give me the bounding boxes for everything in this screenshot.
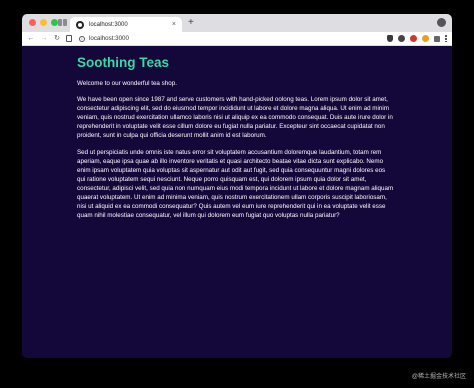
back-button[interactable]: ←	[27, 35, 35, 42]
page-title: Soothing Teas	[77, 55, 170, 70]
extension-icon[interactable]	[398, 35, 405, 42]
menu-icon[interactable]	[445, 35, 447, 42]
new-tab-button[interactable]: +	[188, 17, 194, 29]
maximize-window-button[interactable]	[51, 19, 58, 26]
tab-group-icon[interactable]	[58, 19, 67, 26]
intro-paragraph: Welcome to our wonderful tea shop.	[77, 80, 177, 87]
url-text[interactable]: localhost:3000	[89, 35, 129, 42]
page-content: Soothing Teas Welcome to our wonderful t…	[22, 46, 452, 220]
extension-red-icon[interactable]	[410, 35, 417, 42]
shield-icon[interactable]	[387, 35, 393, 42]
bookmark-icon[interactable]	[66, 35, 72, 42]
favicon-icon	[76, 20, 84, 29]
tab-close-button[interactable]: ×	[172, 21, 176, 28]
tab-strip: localhost:3000 × +	[22, 14, 452, 32]
account-icon[interactable]	[437, 18, 446, 27]
address-bar[interactable]: i localhost:3000	[77, 33, 382, 44]
window-controls	[29, 19, 58, 26]
minimize-window-button[interactable]	[40, 19, 47, 26]
close-window-button[interactable]	[29, 19, 36, 26]
browser-toolbar: ← → ↻ i localhost:3000	[22, 32, 452, 46]
watermark: @稀土掘金技术社区	[411, 374, 466, 380]
reload-button[interactable]: ↻	[53, 35, 61, 42]
forward-button[interactable]: →	[40, 35, 48, 42]
toolbar-icons	[387, 35, 447, 42]
tab-localhost[interactable]: localhost:3000 ×	[70, 17, 182, 32]
extension-orange-icon[interactable]	[422, 35, 429, 42]
browser-window: localhost:3000 × + ← → ↻ i localhost:300…	[22, 14, 452, 358]
puzzle-icon[interactable]	[434, 35, 440, 42]
tab-title: localhost:3000	[89, 21, 128, 28]
paragraph-1: We have been open since 1987 and serve c…	[77, 96, 393, 140]
paragraph-2: Sed ut perspiciatis unde omnis iste natu…	[77, 148, 394, 220]
info-icon[interactable]: i	[79, 35, 85, 42]
